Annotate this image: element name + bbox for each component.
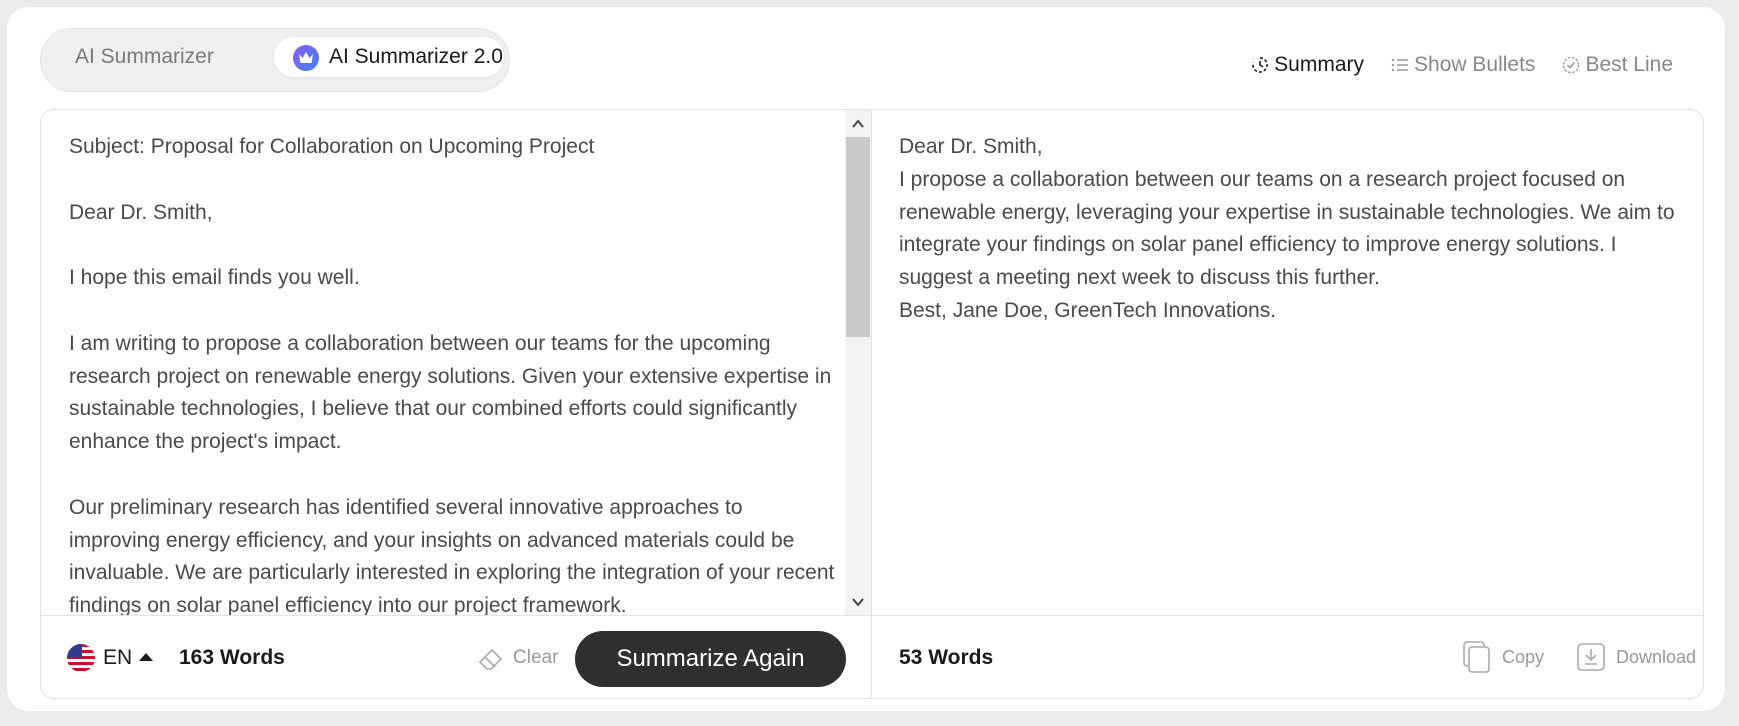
- output-word-count: 53 Words: [899, 646, 994, 669]
- download-label: Download: [1616, 646, 1697, 667]
- mode-show-bullets[interactable]: Show Bullets: [1390, 47, 1535, 83]
- mode-best-line[interactable]: Best Line: [1561, 47, 1673, 83]
- eraser-icon: [478, 648, 503, 670]
- input-footer: EN 163 Words Clear Summarize Again: [41, 616, 871, 698]
- copy-button[interactable]: Copy: [1462, 639, 1544, 675]
- tab-ai-summarizer-2[interactable]: AI Summarizer 2.0: [274, 37, 504, 77]
- bullets-icon: [1391, 58, 1409, 72]
- panel-divider: [871, 110, 872, 698]
- scroll-down-arrow-icon[interactable]: [850, 594, 866, 610]
- mode-summary-label: Summary: [1274, 53, 1365, 76]
- mode-show-bullets-label: Show Bullets: [1414, 53, 1536, 76]
- summarizer-card: AI Summarizer AI Summarizer 2.0 Summary …: [7, 7, 1725, 711]
- summary-output: Dear Dr. Smith, I propose a collaboratio…: [899, 131, 1679, 611]
- summarize-again-button[interactable]: Summarize Again: [575, 631, 846, 687]
- download-button[interactable]: Download: [1576, 639, 1696, 675]
- input-textarea[interactable]: Subject: Proposal for Collaboration on U…: [69, 131, 839, 615]
- mode-best-line-label: Best Line: [1585, 53, 1673, 76]
- scroll-thumb[interactable]: [846, 137, 870, 337]
- output-line: Best, Jane Doe, GreenTech Innovations.: [899, 298, 1277, 322]
- output-line: I propose a collaboration between our te…: [899, 167, 1675, 290]
- crown-icon: [293, 45, 319, 71]
- language-selector[interactable]: EN: [103, 644, 132, 672]
- summary-icon: [1252, 57, 1268, 73]
- summary-mode-options: Summary Show Bullets Best Line: [1250, 47, 1673, 83]
- output-footer: 53 Words Copy Download: [872, 616, 1703, 698]
- clear-button[interactable]: Clear: [476, 642, 558, 674]
- scroll-up-arrow-icon[interactable]: [850, 116, 866, 132]
- copy-icon: [1463, 641, 1490, 673]
- us-flag-icon[interactable]: [67, 644, 95, 672]
- input-word-count: 163 Words: [179, 646, 285, 669]
- input-scrollbar[interactable]: [845, 110, 871, 615]
- mode-summary[interactable]: Summary: [1250, 47, 1364, 83]
- tab-ai-summarizer[interactable]: AI Summarizer: [65, 37, 224, 77]
- output-line: Dear Dr. Smith,: [899, 135, 1043, 158]
- mode-tabs: AI Summarizer AI Summarizer 2.0: [40, 28, 510, 92]
- tab-label: AI Summarizer 2.0: [329, 45, 503, 68]
- best-line-icon: [1563, 56, 1580, 74]
- clear-label: Clear: [513, 647, 559, 668]
- copy-label: Copy: [1502, 646, 1545, 667]
- caret-up-icon[interactable]: [139, 653, 153, 661]
- editor-panel: Subject: Proposal for Collaboration on U…: [40, 109, 1704, 699]
- download-icon: [1577, 643, 1605, 671]
